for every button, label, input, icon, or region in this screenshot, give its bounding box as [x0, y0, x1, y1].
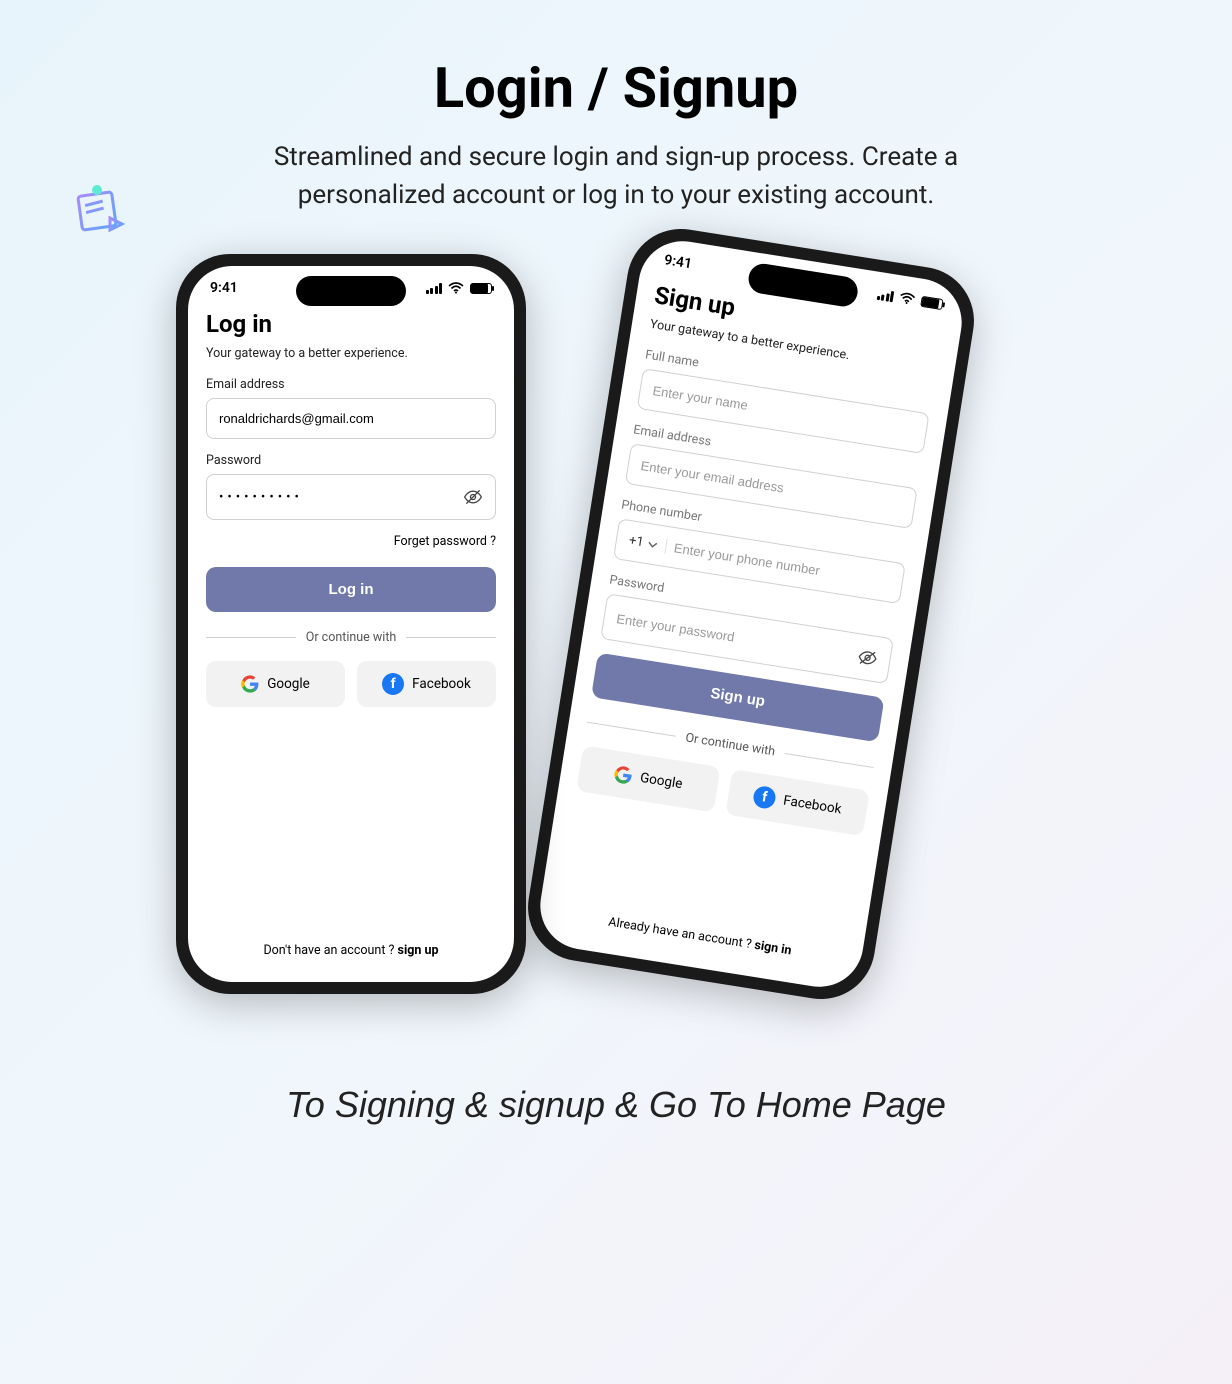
google-signup-button[interactable]: Google [576, 746, 720, 813]
forgot-password-link[interactable]: Forget password ? [206, 534, 496, 549]
facebook-signup-button[interactable]: f Facebook [725, 769, 869, 836]
login-footer: Don't have an account ? sign up [206, 943, 496, 982]
email-field[interactable] [219, 411, 483, 426]
facebook-label: Facebook [412, 676, 471, 692]
login-subtitle: Your gateway to a better experience. [206, 346, 496, 361]
phone-code-selector[interactable]: +1 [628, 533, 668, 554]
phone-notch [296, 276, 406, 306]
google-icon [613, 765, 634, 786]
signal-icon [426, 283, 443, 294]
signal-icon [876, 289, 894, 302]
chevron-down-icon [647, 539, 658, 550]
battery-icon [920, 296, 943, 310]
signin-link[interactable]: sign in [753, 938, 792, 959]
phone-mockups: 9:41 Log in Your gateway to a better exp… [166, 254, 1066, 1074]
password-field[interactable]: •••••••••• [219, 490, 303, 505]
google-label: Google [267, 676, 310, 692]
google-login-button[interactable]: Google [206, 661, 345, 707]
password-label: Password [206, 453, 496, 468]
page-title: Login / Signup [0, 0, 1232, 121]
email-label: Email address [206, 377, 496, 392]
eye-off-icon[interactable] [463, 487, 483, 507]
signup-footer: Already have an account ? sign in [552, 907, 845, 991]
phone-login: 9:41 Log in Your gateway to a better exp… [176, 254, 526, 994]
login-title: Log in [206, 310, 496, 338]
signup-link[interactable]: sign up [398, 943, 439, 958]
facebook-login-button[interactable]: f Facebook [357, 661, 496, 707]
status-time: 9:41 [210, 280, 238, 296]
password-input[interactable]: •••••••••• [206, 474, 496, 520]
page-subtitle: Streamlined and secure login and sign-up… [226, 139, 1006, 214]
login-button[interactable]: Log in [206, 567, 496, 612]
facebook-icon: f [382, 673, 404, 695]
phone-signup: 9:41 Sign up Your gateway to a better ex… [520, 222, 981, 1008]
bottom-caption: To Signing & signup & Go To Home Page [0, 1084, 1232, 1126]
wifi-icon [898, 292, 916, 306]
email-input[interactable] [206, 398, 496, 439]
google-icon [241, 675, 259, 693]
login-divider: Or continue with [206, 630, 496, 645]
status-time: 9:41 [663, 253, 693, 273]
battery-icon [470, 283, 492, 294]
note-icon [70, 180, 130, 240]
facebook-icon: f [752, 785, 777, 810]
wifi-icon [448, 282, 464, 294]
google-label: Google [639, 770, 684, 792]
facebook-label: Facebook [782, 793, 842, 818]
eye-off-icon[interactable] [856, 647, 879, 670]
